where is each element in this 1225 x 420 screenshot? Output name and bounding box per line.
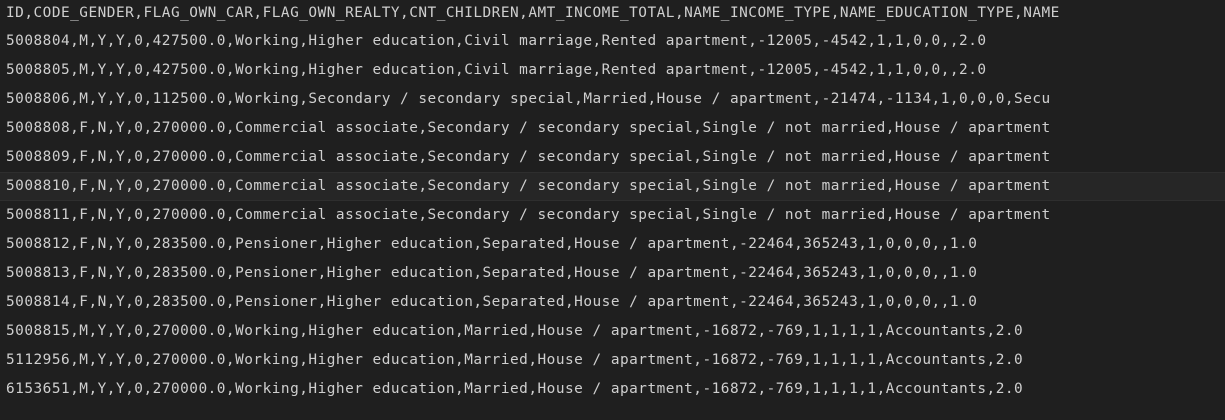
csv-data-line[interactable]: 5008811,F,N,Y,0,270000.0,Commercial asso… — [0, 201, 1225, 230]
csv-data-line[interactable]: 5008804,M,Y,Y,0,427500.0,Working,Higher … — [0, 27, 1225, 56]
csv-editor[interactable]: ID,CODE_GENDER,FLAG_OWN_CAR,FLAG_OWN_REA… — [0, 0, 1225, 420]
csv-data-line[interactable]: 5008806,M,Y,Y,0,112500.0,Working,Seconda… — [0, 85, 1225, 114]
csv-data-line[interactable]: 5008812,F,N,Y,0,283500.0,Pensioner,Highe… — [0, 230, 1225, 259]
csv-data-line-current[interactable]: 5008810,F,N,Y,0,270000.0,Commercial asso… — [0, 172, 1225, 201]
csv-data-line[interactable]: 5008814,F,N,Y,0,283500.0,Pensioner,Highe… — [0, 288, 1225, 317]
csv-data-line[interactable]: 5008815,M,Y,Y,0,270000.0,Working,Higher … — [0, 317, 1225, 346]
csv-data-line[interactable]: 5008808,F,N,Y,0,270000.0,Commercial asso… — [0, 114, 1225, 143]
csv-data-line[interactable]: 6153651,M,Y,Y,0,270000.0,Working,Higher … — [0, 375, 1225, 404]
csv-data-line[interactable]: 5112956,M,Y,Y,0,270000.0,Working,Higher … — [0, 346, 1225, 375]
csv-data-line[interactable]: 5008809,F,N,Y,0,270000.0,Commercial asso… — [0, 143, 1225, 172]
code-lines: ID,CODE_GENDER,FLAG_OWN_CAR,FLAG_OWN_REA… — [0, 0, 1225, 404]
csv-data-line[interactable]: 5008805,M,Y,Y,0,427500.0,Working,Higher … — [0, 56, 1225, 85]
csv-header-line[interactable]: ID,CODE_GENDER,FLAG_OWN_CAR,FLAG_OWN_REA… — [0, 0, 1225, 27]
csv-data-line[interactable]: 5008813,F,N,Y,0,283500.0,Pensioner,Highe… — [0, 259, 1225, 288]
